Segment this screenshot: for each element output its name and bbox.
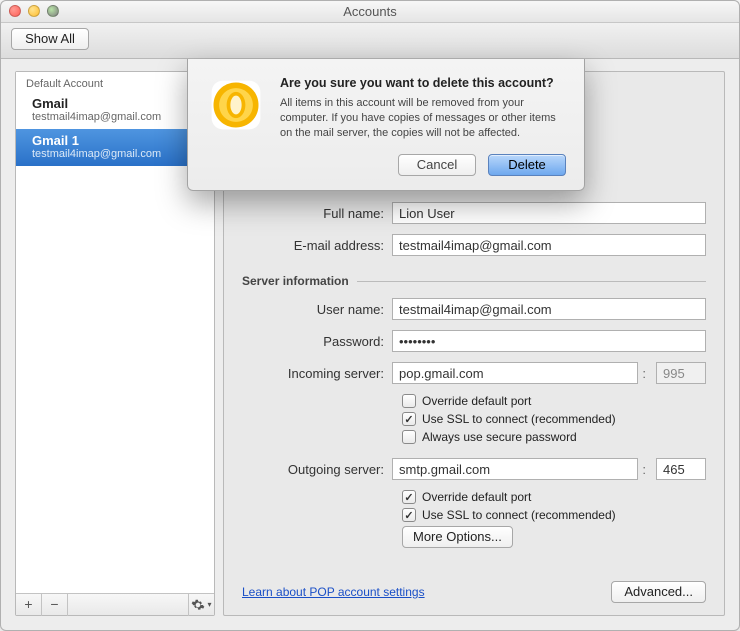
show-all-button[interactable]: Show All — [11, 28, 89, 50]
username-label: User name: — [242, 302, 392, 317]
outgoing-label: Outgoing server: — [242, 462, 392, 477]
zoom-icon[interactable] — [47, 5, 59, 17]
username-field[interactable] — [392, 298, 706, 320]
sidebar-item-gmail[interactable]: Gmail testmail4imap@gmail.com — [16, 92, 214, 129]
outgoing-server-field[interactable] — [392, 458, 638, 480]
sidebar-header: Default Account — [16, 72, 214, 92]
fullname-label: Full name: — [242, 206, 392, 221]
checkbox-label: Use SSL to connect (recommended) — [422, 412, 616, 426]
incoming-override-port-row[interactable]: Override default port — [402, 394, 706, 408]
outgoing-override-port-row[interactable]: ✓ Override default port — [402, 490, 706, 504]
incoming-server-field[interactable] — [392, 362, 638, 384]
divider — [357, 281, 706, 282]
account-email: testmail4imap@gmail.com — [32, 111, 204, 123]
outgoing-use-ssl-row[interactable]: ✓ Use SSL to connect (recommended) — [402, 508, 706, 522]
chevron-down-icon: ▾ — [207, 595, 211, 615]
email-label: E-mail address: — [242, 238, 392, 253]
checkbox-icon — [402, 430, 416, 444]
incoming-port-field[interactable] — [656, 362, 706, 384]
advanced-button[interactable]: Advanced... — [611, 581, 706, 603]
account-email: testmail4imap@gmail.com — [32, 148, 204, 160]
checkbox-icon: ✓ — [402, 490, 416, 504]
delete-button[interactable]: Delete — [488, 154, 566, 176]
accounts-window: Accounts Show All Default Account Gmail … — [0, 0, 740, 631]
email-field[interactable] — [392, 234, 706, 256]
account-name: Gmail — [32, 96, 204, 111]
remove-account-button[interactable]: − — [42, 594, 68, 616]
cancel-button[interactable]: Cancel — [398, 154, 476, 176]
close-icon[interactable] — [9, 5, 21, 17]
checkbox-label: Override default port — [422, 490, 531, 504]
accounts-sidebar: Default Account Gmail testmail4imap@gmai… — [15, 71, 215, 616]
sidebar-item-gmail1[interactable]: Gmail 1 testmail4imap@gmail.com — [16, 129, 214, 166]
fullname-field[interactable] — [392, 202, 706, 224]
outlook-app-icon — [206, 75, 266, 135]
port-separator: : — [642, 462, 646, 477]
checkbox-label: Always use secure password — [422, 430, 577, 444]
gear-icon — [191, 598, 205, 612]
checkbox-label: Use SSL to connect (recommended) — [422, 508, 616, 522]
more-options-button[interactable]: More Options... — [402, 526, 513, 548]
password-field[interactable] — [392, 330, 706, 352]
server-info-header: Server information — [242, 274, 349, 288]
learn-pop-link[interactable]: Learn about POP account settings — [242, 585, 425, 599]
checkbox-icon: ✓ — [402, 412, 416, 426]
outgoing-port-field[interactable] — [656, 458, 706, 480]
minimize-icon[interactable] — [28, 5, 40, 17]
confirm-delete-sheet: Are you sure you want to delete this acc… — [187, 59, 585, 191]
window-title: Accounts — [343, 4, 396, 19]
password-label: Password: — [242, 334, 392, 349]
account-name: Gmail 1 — [32, 133, 204, 148]
modal-title: Are you sure you want to delete this acc… — [280, 75, 566, 92]
titlebar: Accounts — [1, 1, 739, 23]
checkbox-icon — [402, 394, 416, 408]
incoming-label: Incoming server: — [242, 366, 392, 381]
toolbar: Show All — [1, 23, 739, 59]
port-separator: : — [642, 366, 646, 381]
account-options-button[interactable]: ▾ — [188, 594, 214, 616]
modal-message: All items in this account will be remove… — [280, 96, 566, 141]
incoming-secure-password-row[interactable]: Always use secure password — [402, 430, 706, 444]
sidebar-footer: + − ▾ — [16, 593, 214, 615]
add-account-button[interactable]: + — [16, 594, 42, 616]
traffic-lights — [9, 5, 59, 17]
checkbox-icon: ✓ — [402, 508, 416, 522]
checkbox-label: Override default port — [422, 394, 531, 408]
incoming-use-ssl-row[interactable]: ✓ Use SSL to connect (recommended) — [402, 412, 706, 426]
